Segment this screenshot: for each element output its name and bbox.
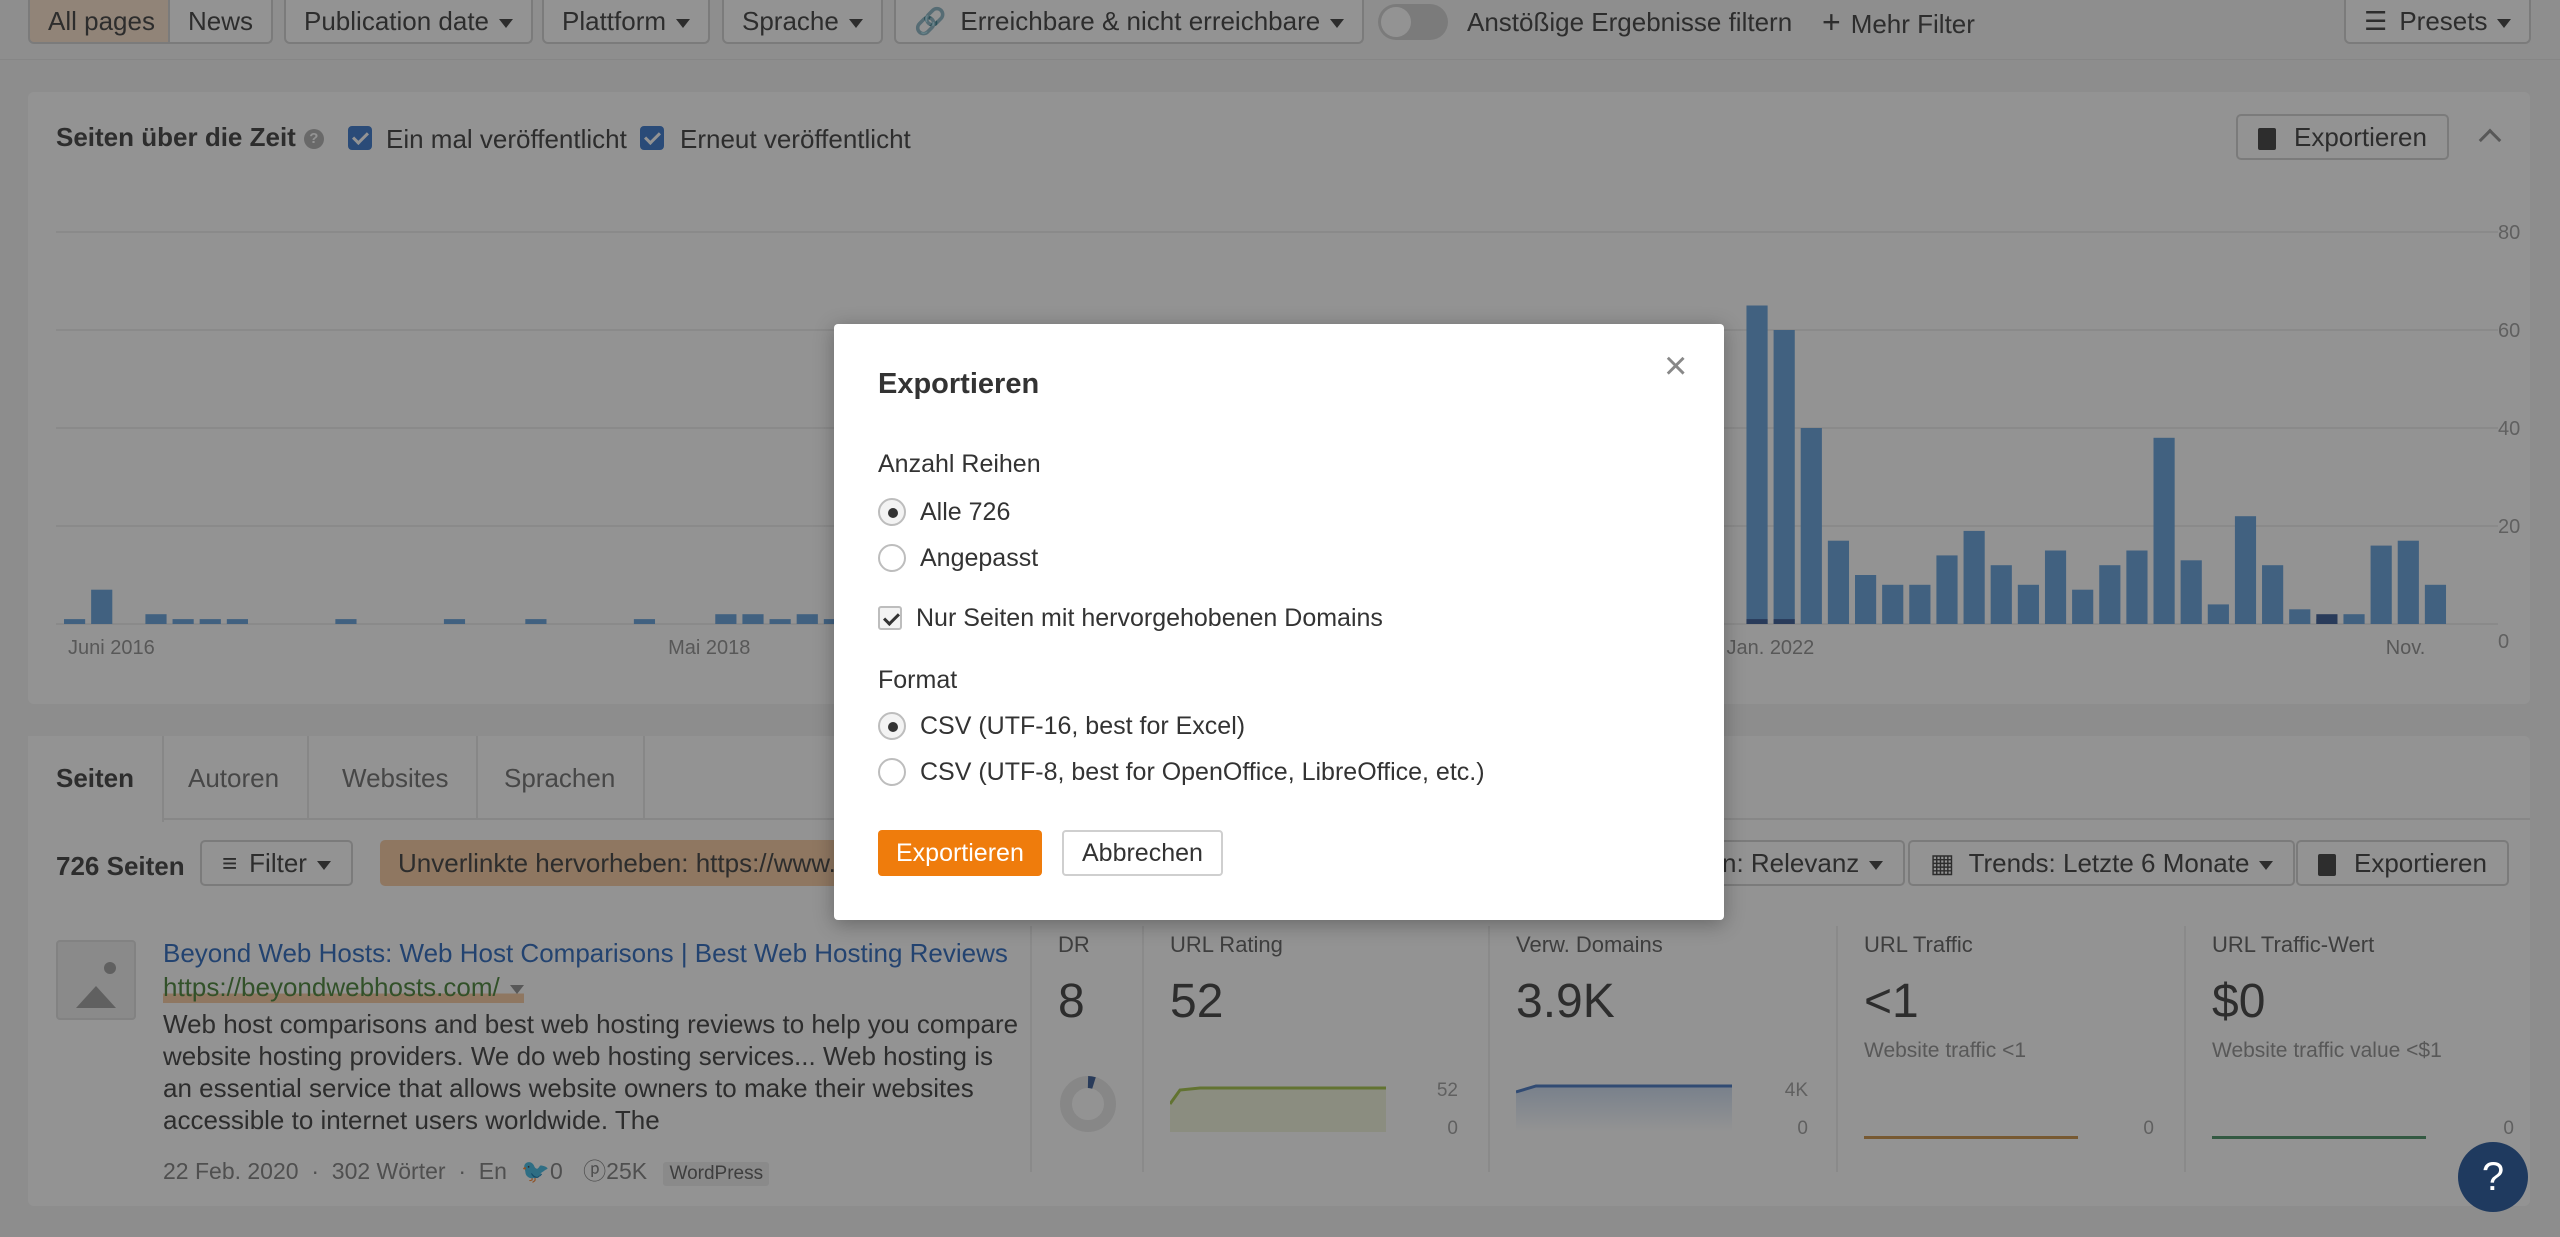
rows-section-label: Anzahl Reihen (878, 450, 1041, 478)
radio-csv-utf16-label[interactable]: CSV (UTF-16, best for Excel) (920, 712, 1245, 741)
checkbox-only-highlighted-label[interactable]: Nur Seiten mit hervorgehobenen Domains (916, 604, 1383, 633)
radio-all-rows-label[interactable]: Alle 726 (920, 498, 1010, 527)
format-section-label: Format (878, 666, 958, 694)
close-icon[interactable]: × (1664, 346, 1687, 386)
radio-csv-utf8-label[interactable]: CSV (UTF-8, best for OpenOffice, LibreOf… (920, 758, 1485, 787)
checkbox-only-highlighted[interactable] (878, 606, 902, 630)
radio-csv-utf8[interactable] (878, 758, 906, 786)
modal-export-button[interactable]: Exportieren (878, 830, 1042, 876)
export-modal: Exportieren × Anzahl Reihen Alle 726 Ang… (834, 324, 1724, 920)
radio-all-rows[interactable] (878, 498, 906, 526)
radio-custom-rows-label[interactable]: Angepasst (920, 544, 1038, 573)
radio-custom-rows[interactable] (878, 544, 906, 572)
modal-title: Exportieren (878, 368, 1040, 400)
modal-cancel-button[interactable]: Abbrechen (1062, 830, 1223, 876)
help-chat-button[interactable]: ? (2458, 1142, 2528, 1212)
radio-csv-utf16[interactable] (878, 712, 906, 740)
